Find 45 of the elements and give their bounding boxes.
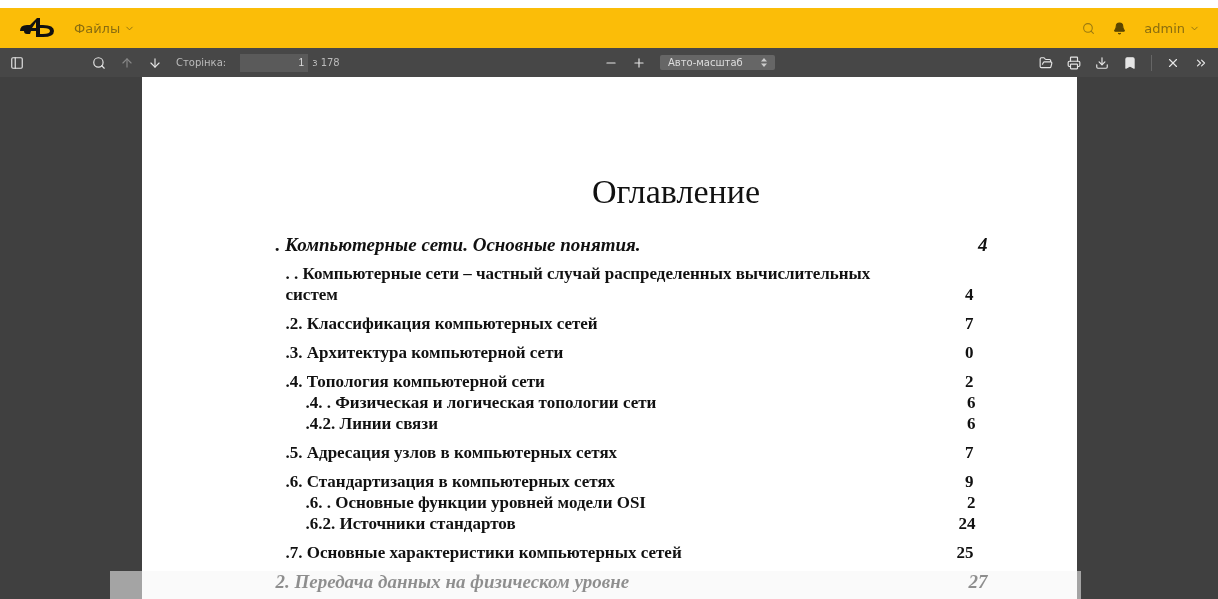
toc-entry-title: . . Компьютерные сети – частный случай распределенных вычислительных систем [285,263,872,305]
toc-page-number: 0 [964,342,974,363]
toc-entry-title: .6. Стандартизация в компьютерных сетях [285,471,617,492]
toc-page-number: 2 [964,371,974,392]
files-menu[interactable]: Файлы [74,20,136,36]
toc-entry-title: .6.2. Источники стандартов [305,513,517,534]
user-menu[interactable]: admin [1144,20,1200,36]
toc-entry-title: .2. Классификация компьютерных сетей [285,313,599,334]
page-number-field[interactable]: 1 [240,53,309,72]
toc-page-number: 6 [966,392,976,413]
zoom-select[interactable]: Авто-масштаб [660,55,775,70]
logo-icon[interactable] [18,17,56,39]
toc-entry-title: .4. . Физическая и логическая топологии сети [305,392,658,413]
toc-entry-title: .6. . Основные функции уровней модели OSI [305,492,647,513]
toc-page-number: 27 [967,571,988,592]
page-count: з 178 [312,57,340,68]
document-title: Оглавление [591,172,761,212]
toc-entry-title: . Компьютерные сети. Основные понятия. [275,234,642,255]
folder-icon[interactable] [1039,55,1053,70]
toc-entry-title: .4.2. Линии связи [305,413,439,434]
toc-page-number: 2 [966,492,976,513]
toc-page-number: 24 [957,513,976,534]
print-icon[interactable] [1067,55,1081,70]
toc-page-number: 7 [964,313,974,334]
toc-entry-title: .3. Архитектура компьютерной сети [285,342,565,363]
sidebar-toggle-icon[interactable] [10,55,24,70]
toc-page-number: 4 [964,284,974,305]
bell-icon[interactable] [1113,21,1127,35]
toc-page-number: 25 [955,542,974,563]
updown-arrows-icon [760,58,767,67]
next-page-icon[interactable] [148,55,162,70]
page-label: Сторінка: [176,57,227,68]
download-icon[interactable] [1095,55,1109,70]
search-icon[interactable] [92,55,106,70]
toc-page-number: 7 [964,442,974,463]
toc-page-number: 4 [976,234,988,255]
toc-page-number: 6 [966,413,976,434]
toc-entry-title: .5. Адресация узлов в компьютерных сетях [285,442,619,463]
toc-entry-title: .7. Основные характеристики компьютерных сетей [285,542,683,563]
toc-entry-title: 2. Передача данных на физическом уровне [275,571,631,592]
bookmark-icon[interactable] [1123,55,1137,70]
previous-page-icon[interactable] [120,55,134,70]
zoom-in-icon[interactable] [632,55,646,70]
toc-page-number: 9 [964,471,974,492]
toc-entry-title: .4. Топология компьютерной сети [285,371,546,392]
